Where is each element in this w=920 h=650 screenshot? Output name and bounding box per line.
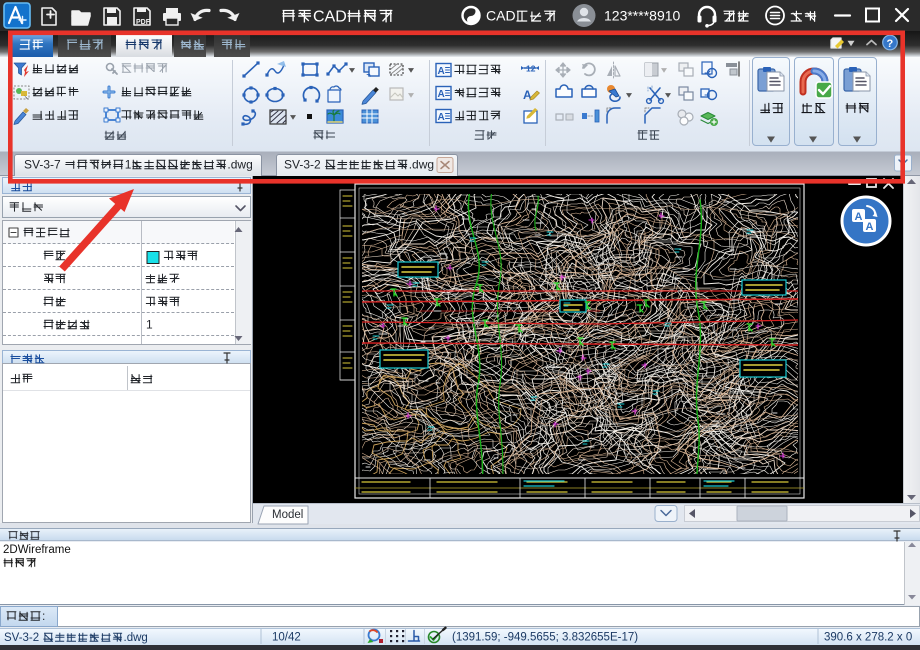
svg-text:Model: Model xyxy=(272,509,303,521)
svg-text:A: A xyxy=(866,221,874,233)
svg-text:.dwg: .dwg xyxy=(124,632,148,644)
svg-text:CAD: CAD xyxy=(486,8,516,24)
svg-text:123****8910: 123****8910 xyxy=(604,8,681,24)
svg-text:2DWireframe: 2DWireframe xyxy=(3,544,71,556)
svg-text:SV-3-2: SV-3-2 xyxy=(284,157,321,171)
svg-text:PDF: PDF xyxy=(136,19,151,26)
svg-text:390.6 x 278.2 x 0: 390.6 x 278.2 x 0 xyxy=(824,632,912,644)
svg-text:A: A xyxy=(438,66,445,77)
svg-text:.dwg: .dwg xyxy=(409,157,434,171)
svg-text:.dwg: .dwg xyxy=(227,157,252,171)
svg-text:10/42: 10/42 xyxy=(272,632,301,644)
svg-text:1: 1 xyxy=(125,157,132,171)
svg-text:A: A xyxy=(438,89,445,100)
svg-text:1: 1 xyxy=(146,318,153,332)
svg-text:SV-3-7: SV-3-7 xyxy=(24,157,61,171)
svg-text:12: 12 xyxy=(526,64,536,74)
svg-text:?: ? xyxy=(887,38,894,50)
svg-text:CAD: CAD xyxy=(313,8,347,25)
svg-text:A: A xyxy=(438,112,445,123)
svg-text:A: A xyxy=(855,211,863,223)
svg-text::: : xyxy=(42,609,45,623)
svg-text:(1391.59; -949.5655; 3.832655E: (1391.59; -949.5655; 3.832655E-17) xyxy=(452,632,638,644)
svg-text:SV-3-2: SV-3-2 xyxy=(4,632,39,644)
